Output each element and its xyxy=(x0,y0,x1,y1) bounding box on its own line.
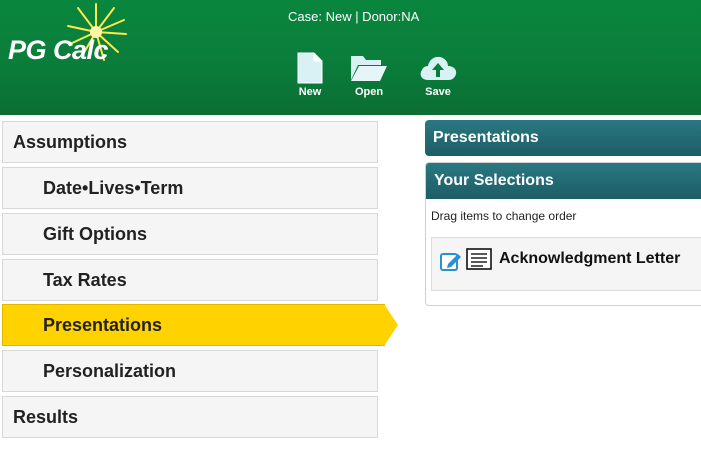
selection-item-acknowledgment-letter[interactable]: Acknowledgment Letter xyxy=(431,237,701,291)
sidebar-item-label: Date•Lives•Term xyxy=(43,177,184,198)
open-button-label: Open xyxy=(354,86,384,98)
sidebar-item-label: Tax Rates xyxy=(43,269,127,290)
sidebar-item-gift-options[interactable]: Gift Options xyxy=(2,213,378,255)
case-info: Case: New | Donor:NA xyxy=(288,9,420,24)
sidebar-item-label: Assumptions xyxy=(13,131,128,152)
sidebar-item-label: Gift Options xyxy=(43,223,147,244)
cloud-upload-icon xyxy=(420,56,457,80)
sidebar-item-date-lives-term[interactable]: Date•Lives•Term xyxy=(2,167,378,209)
sidebar-item-assumptions[interactable]: Assumptions xyxy=(2,121,378,163)
sidebar-item-personalization[interactable]: Personalization xyxy=(2,350,378,392)
drag-hint: Drag items to change order xyxy=(431,209,577,223)
pg-calc-logo: PG Calc xyxy=(6,0,136,80)
sidebar-item-results[interactable]: Results xyxy=(2,396,378,438)
app-header: PG Calc Case: New | Donor:NA New Open Sa… xyxy=(0,0,701,115)
your-selections-header: Your Selections xyxy=(426,163,701,199)
presentations-panel-header: Presentations xyxy=(425,120,701,156)
panel-title: Presentations xyxy=(433,129,539,146)
folder-open-icon xyxy=(351,56,387,81)
edit-icon[interactable] xyxy=(440,250,462,272)
save-button[interactable]: Save xyxy=(413,52,463,102)
sidebar-item-presentations[interactable]: Presentations xyxy=(2,304,398,346)
new-button[interactable]: New xyxy=(285,52,335,102)
sidebar-item-label: Results xyxy=(13,406,79,427)
open-button[interactable]: Open xyxy=(344,52,394,102)
save-button-label: Save xyxy=(425,86,451,98)
selection-item-label: Acknowledgment Letter xyxy=(499,250,681,267)
sidebar-item-label: Presentations xyxy=(43,314,163,335)
new-document-icon xyxy=(297,52,323,84)
sidebar-item-label: Personalization xyxy=(43,360,177,381)
your-selections-panel: Your Selections Drag items to change ord… xyxy=(425,162,701,306)
selections-title: Your Selections xyxy=(434,172,554,189)
logo-text: PG Calc xyxy=(8,35,109,65)
document-icon xyxy=(466,248,492,270)
new-button-label: New xyxy=(298,86,322,98)
sidebar-item-tax-rates[interactable]: Tax Rates xyxy=(2,259,378,301)
